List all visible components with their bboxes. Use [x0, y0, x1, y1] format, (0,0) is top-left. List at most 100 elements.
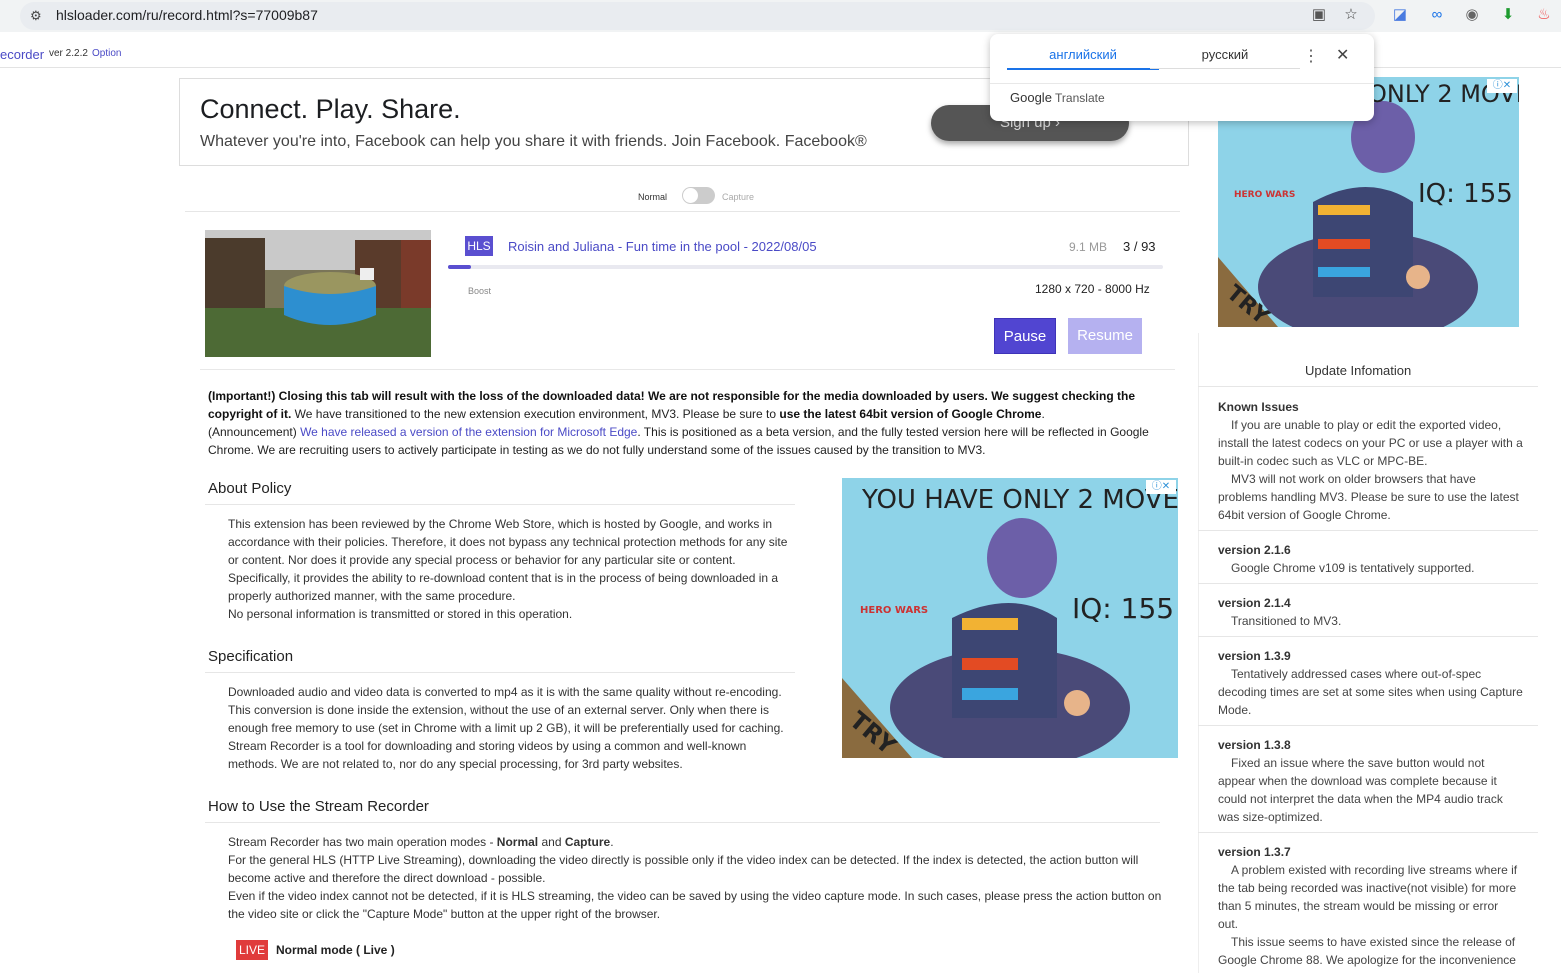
resume-button[interactable]: Resume [1068, 318, 1142, 354]
star-icon[interactable]: ☆ [1340, 6, 1362, 24]
text-line: A problem existed with recording live st… [1231, 863, 1518, 877]
resolution-info: 1280 x 720 - 8000 Hz [1035, 282, 1150, 296]
browser-toolbar: ⚙ hlsloader.com/ru/record.html?s=77009b8… [0, 0, 1561, 32]
ad-headline: Connect. Play. Share. [200, 94, 461, 124]
progress-bar [448, 265, 1163, 269]
text-line: accordance with their policies. Therefor… [228, 535, 788, 549]
video-thumbnail [205, 230, 431, 357]
version-heading: version 1.3.9 [1218, 649, 1291, 663]
text-line: built-in codec such as VLC or MPC-BE. [1218, 454, 1428, 468]
text-line: Downloaded audio and video data is conve… [228, 685, 782, 699]
divider [1198, 832, 1538, 833]
text-line: than 5 minutes, the stream would be miss… [1218, 899, 1499, 913]
divider [1198, 583, 1538, 584]
divider [1198, 725, 1538, 726]
tab-target-language[interactable]: русский [1150, 47, 1300, 69]
known-issues-text: If you are unable to play or edit the ex… [1218, 416, 1523, 524]
ext-download-icon[interactable]: ⬇ [1497, 6, 1519, 24]
ad-brand: HERO WARS [860, 605, 928, 616]
ext-infinity-icon[interactable]: ∞ [1426, 6, 1448, 24]
text-line: enough free memory to use (set in Chrome… [228, 721, 784, 735]
game-ad[interactable]: YOU HAVE ONLY 2 MOVES HERO WARS IQ: 155 … [842, 478, 1178, 758]
text-line: No personal information is transmitted o… [228, 607, 573, 621]
divider [1198, 386, 1538, 387]
ad-choices-icon[interactable]: ⓘ✕ [1146, 480, 1176, 494]
specification-heading: Specification [208, 648, 294, 665]
text-line: out. [1218, 917, 1239, 931]
live-mode-label: Normal mode ( Live ) [276, 943, 395, 957]
live-badge: LIVE [236, 940, 268, 960]
text-line: decoding times are set at some sites whe… [1218, 685, 1523, 699]
ad-headline: YOU HAVE ONLY 2 MOVES [861, 485, 1178, 515]
mode-toggle-row: Normal Capture [185, 184, 1180, 212]
segment-count: 3 / 93 [1123, 239, 1156, 254]
version-heading: version 2.1.6 [1218, 543, 1291, 557]
divider [205, 504, 795, 505]
ext-record-icon[interactable]: ◉ [1461, 6, 1483, 24]
text-line: Mode. [1218, 703, 1252, 717]
ad-choices-icon[interactable]: ⓘ✕ [1487, 79, 1517, 93]
text-line: Tentatively addressed cases where out-of… [1231, 667, 1482, 681]
mode-switch[interactable] [682, 187, 715, 204]
close-icon[interactable]: ✕ [1336, 45, 1349, 65]
text-line: install the latest codecs on your PC or … [1218, 436, 1523, 450]
text-line: the tab being recorded was inactive(not … [1218, 881, 1517, 895]
text-line: properly authorized manner, with the sam… [228, 589, 516, 603]
text-line: MV3 will not work on older browsers that… [1231, 472, 1476, 486]
text-line: become active and therefore the direct d… [228, 871, 546, 885]
notice-text: (Important!) Closing this tab will resul… [208, 389, 1149, 457]
recording-title[interactable]: Roisin and Juliana - Fun time in the poo… [508, 239, 817, 254]
url-text[interactable]: hlsloader.com/ru/record.html?s=77009b87 [56, 7, 318, 23]
how-to-use-text: Stream Recorder has two main operation m… [228, 833, 1161, 923]
divider [205, 672, 795, 673]
text-line: appear when the download was complete be… [1218, 774, 1497, 788]
translate-icon[interactable]: ▣ [1308, 6, 1330, 24]
text-line: methods. We are not related to, nor do a… [228, 757, 683, 771]
option-link[interactable]: Option [92, 48, 121, 59]
text-span: Stream Recorder has two main operation m… [228, 835, 497, 849]
tab-source-language[interactable]: английский [1007, 47, 1159, 70]
translate-popup: английский русский ⋮ ✕ Google Translate [990, 34, 1374, 121]
version-heading: version 1.3.7 [1218, 845, 1291, 859]
ad-iq: IQ: 155 [1418, 179, 1513, 209]
version-notes: Fixed an issue where the save button wou… [1218, 754, 1523, 826]
updates-title: Update Infomation [1305, 363, 1412, 378]
how-to-use-heading: How to Use the Stream Recorder [208, 798, 429, 815]
switch-knob [683, 188, 698, 203]
divider [205, 822, 1160, 823]
pause-button[interactable]: Pause [994, 318, 1056, 354]
text-line: was size-optimized. [1218, 810, 1323, 824]
site-settings-icon[interactable]: ⚙ [30, 8, 42, 24]
google-translate-brand: Google Translate [1010, 90, 1105, 105]
progress-fill [448, 265, 471, 269]
text-line: could not interpret the data when the MP… [1218, 792, 1503, 806]
text-span: . [610, 835, 614, 849]
ad-iq: IQ: 155 [1072, 592, 1174, 625]
text-span: Normal [496, 835, 539, 849]
ext-flame-icon[interactable]: ♨ [1533, 6, 1555, 24]
normal-mode-label: Normal [638, 192, 668, 202]
version-heading: version 2.1.4 [1218, 596, 1291, 610]
divider [1198, 530, 1538, 531]
text-line: the video site or click the "Capture Mod… [228, 907, 661, 921]
divider [990, 83, 1374, 84]
announcement-prefix: (Announcement) [208, 425, 301, 439]
text-line: This issue seems to have existed since t… [1231, 935, 1516, 949]
version-heading: version 1.3.8 [1218, 738, 1291, 752]
brand-translate: Translate [1055, 91, 1105, 105]
about-policy-heading: About Policy [208, 480, 292, 497]
ad-brand: HERO WARS [1234, 190, 1295, 200]
known-issues-heading: Known Issues [1218, 400, 1299, 414]
text-line: Transitioned to MV3. [1231, 614, 1342, 628]
divider [200, 369, 1175, 370]
ext-translate-icon[interactable]: ◪ [1389, 6, 1411, 24]
edge-version-link[interactable]: We have released a version of the extens… [300, 425, 637, 439]
about-policy-text: This extension has been reviewed by the … [228, 515, 787, 623]
extension-version: ver 2.2.2 [49, 48, 88, 59]
more-options-icon[interactable]: ⋮ [1303, 46, 1319, 66]
ad-subline: Whatever you're into, Facebook can help … [200, 133, 867, 150]
text-span: and [538, 835, 565, 849]
text-line: or content. Nor does it provide any spec… [228, 553, 736, 567]
text-line: Even if the video index cannot not be de… [228, 889, 1162, 903]
text-line: Stream Recorder is a tool for downloadin… [228, 739, 747, 753]
